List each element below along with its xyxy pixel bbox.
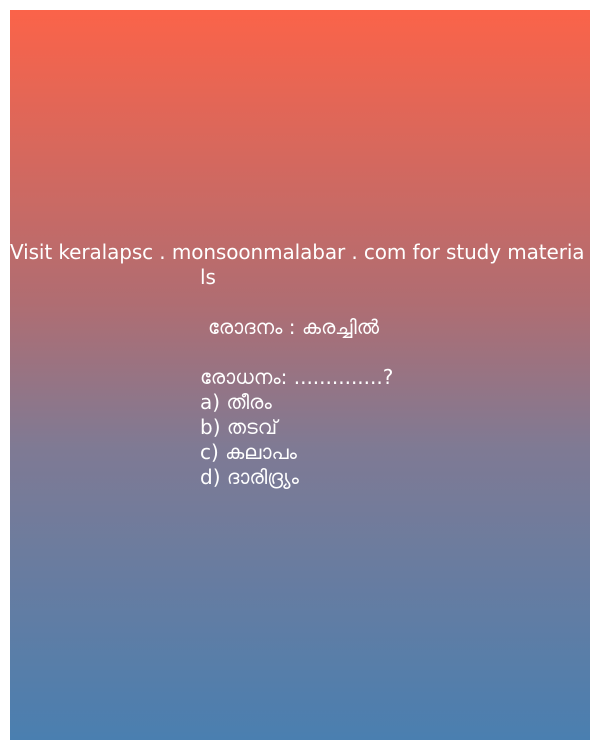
option-b: b) തടവ് bbox=[200, 415, 278, 439]
option-a: a) തീരം bbox=[200, 390, 272, 414]
question-block: രോദനം : കരച്ചിൽ രോധനം: ..............? a… bbox=[200, 315, 393, 490]
option-d: d) ദാരിദ്ര്യം bbox=[200, 465, 299, 489]
website-notice-line-2: ls bbox=[200, 265, 216, 289]
example-pair: രോദനം : കരച്ചിൽ bbox=[208, 315, 380, 339]
question-prompt: രോധനം: ..............? bbox=[200, 365, 394, 389]
question-card: Visit keralapsc . monsoonmalabar . com f… bbox=[10, 10, 590, 740]
option-c: c) കലാപം bbox=[200, 440, 297, 464]
website-notice-line-1: Visit keralapsc . monsoonmalabar . com f… bbox=[10, 240, 585, 264]
